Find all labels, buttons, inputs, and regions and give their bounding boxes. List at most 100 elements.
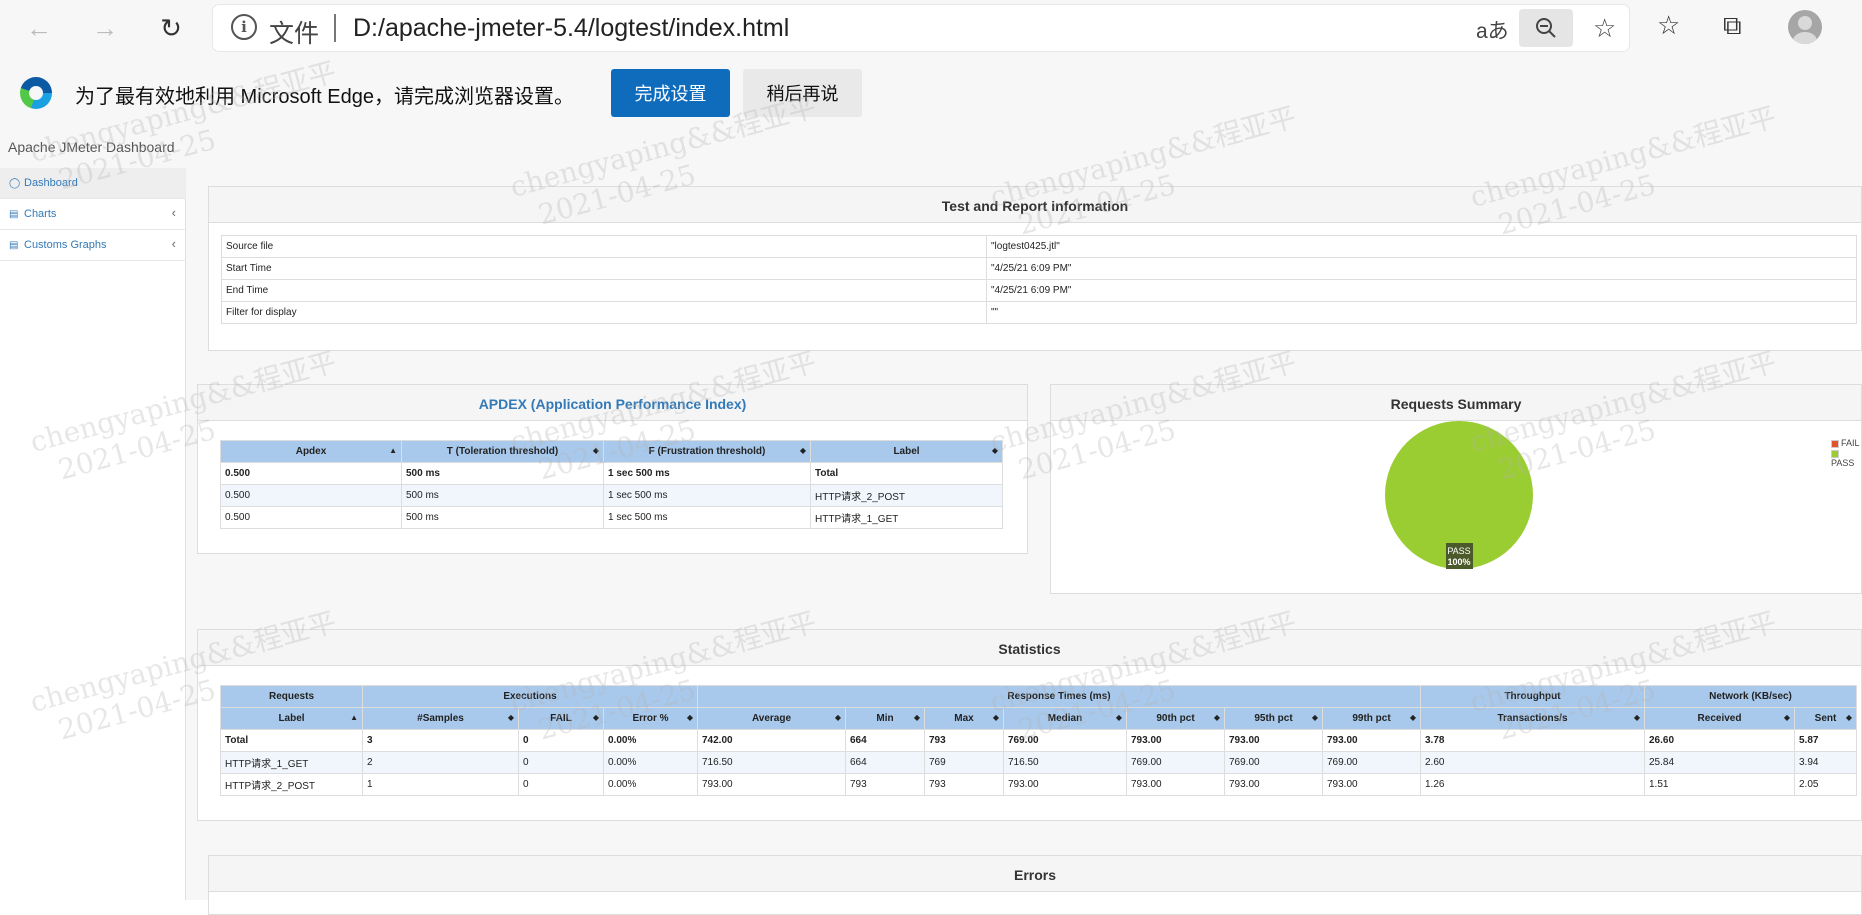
finish-setup-button[interactable]: 完成设置: [611, 69, 730, 117]
sidebar-item-dashboard[interactable]: ◯ Dashboard: [0, 168, 186, 199]
sort-icon: ◆: [1115, 713, 1122, 722]
column-header[interactable]: 95th pct ◆: [1224, 707, 1323, 730]
sort-icon: ◆: [991, 446, 998, 455]
info-key: End Time: [221, 279, 987, 302]
app-brand[interactable]: Apache JMeter Dashboard: [8, 139, 175, 155]
stat-cell: 3.94: [1794, 751, 1857, 774]
sort-icon: ▲: [389, 446, 397, 455]
stat-cell: 793.00: [1224, 729, 1323, 752]
stat-cell: 769.00: [1003, 729, 1127, 752]
apdex-cell: HTTP请求_1_GET: [810, 506, 1003, 529]
requests-summary-panel: Requests Summary PASS 100% FAIL PASS: [1050, 384, 1862, 594]
read-aloud-icon[interactable]: aあ: [1476, 15, 1509, 45]
column-header[interactable]: F (Frustration threshold) ◆: [603, 440, 811, 463]
column-header[interactable]: Median ◆: [1003, 707, 1127, 730]
test-info-table: Source file "logtest0425.jtl" Start Time "…: [221, 235, 1857, 324]
test-info-title: Test and Report information: [209, 187, 1861, 223]
svg-text:100%: 100%: [1447, 557, 1470, 567]
add-favorite-icon[interactable]: ☆: [1593, 13, 1616, 44]
stat-cell: HTTP请求_1_GET: [220, 751, 363, 774]
sort-icon: ◆: [592, 446, 599, 455]
pie-legend: FAIL PASS: [1831, 438, 1861, 468]
info-key: Filter for display: [221, 301, 987, 324]
stat-cell: Total: [220, 729, 363, 752]
apdex-title[interactable]: APDEX (Application Performance Index): [198, 385, 1027, 421]
stat-cell: 793: [924, 729, 1004, 752]
url-text[interactable]: D:/apache-jmeter-5.4/logtest/index.html: [353, 14, 789, 43]
favorites-icon[interactable]: ☆: [1657, 10, 1680, 41]
info-value: "4/25/21 6:09 PM": [986, 257, 1857, 280]
stat-cell: 3: [362, 729, 519, 752]
column-header[interactable]: FAIL ◆: [518, 707, 604, 730]
sort-icon: ◆: [1311, 713, 1318, 722]
profile-avatar[interactable]: [1788, 10, 1822, 44]
stat-cell: 5.87: [1794, 729, 1857, 752]
stat-cell: 793.00: [1126, 729, 1225, 752]
sidebar-item-charts[interactable]: ▤ Charts ‹: [0, 199, 186, 230]
stat-cell: 2.60: [1420, 751, 1645, 774]
stat-cell: 716.50: [697, 751, 846, 774]
column-header[interactable]: Apdex ▲: [220, 440, 402, 463]
column-header[interactable]: T (Toleration threshold) ◆: [401, 440, 604, 463]
table-row: HTTP请求_1_GET 2 0 0.00% 716.50 664 769 716.50 769…: [220, 751, 1857, 774]
stat-cell: 793.00: [1003, 773, 1127, 796]
stat-cell: 3.78: [1420, 729, 1645, 752]
stat-cell: 742.00: [697, 729, 846, 752]
column-header[interactable]: Error % ◆: [603, 707, 698, 730]
stat-cell: 769.00: [1126, 751, 1225, 774]
info-key: Start Time: [221, 257, 987, 280]
sort-icon: ◆: [1633, 713, 1640, 722]
table-header-row: Label ▲ #Samples ◆ FAIL ◆ Error % ◆ Average ◆ Min ◆…: [220, 707, 1857, 730]
sidebar-item-customs-graphs[interactable]: ▤ Customs Graphs ‹: [0, 230, 186, 261]
sort-icon: ◆: [834, 713, 841, 722]
info-value: "logtest0425.jtl": [986, 235, 1857, 258]
apdex-cell: 1 sec 500 ms: [603, 462, 811, 485]
errors-title: Errors: [209, 856, 1861, 892]
sort-icon: ◆: [913, 713, 920, 722]
zoom-out-icon[interactable]: [1519, 9, 1573, 47]
table-row: Total 3 0 0.00% 742.00 664 793 769.00 793.00 793.…: [220, 729, 1857, 752]
sort-icon: ◆: [507, 713, 514, 722]
column-header[interactable]: Received ◆: [1644, 707, 1795, 730]
stat-cell: 0.00%: [603, 773, 698, 796]
info-key: Source file: [221, 235, 987, 258]
group-header: Throughput: [1420, 685, 1645, 708]
apdex-cell: 500 ms: [401, 506, 604, 529]
sidebar-item-label: Dashboard: [24, 177, 78, 189]
apdex-cell: 0.500: [220, 462, 402, 485]
stat-cell: HTTP请求_2_POST: [220, 773, 363, 796]
column-header[interactable]: Average ◆: [697, 707, 846, 730]
forward-arrow-icon[interactable]: →: [85, 8, 125, 48]
pie-data-label: PASS100%: [1446, 543, 1473, 569]
group-header: Requests: [220, 685, 363, 708]
column-header[interactable]: Min ◆: [845, 707, 925, 730]
info-icon[interactable]: i: [231, 14, 257, 40]
legend-swatch: [1831, 439, 1839, 448]
stat-cell: 793.00: [1322, 729, 1421, 752]
svg-text:PASS: PASS: [1447, 546, 1470, 556]
column-header[interactable]: #Samples ◆: [362, 707, 519, 730]
column-header[interactable]: 90th pct ◆: [1126, 707, 1225, 730]
reload-icon[interactable]: ↻: [151, 8, 191, 48]
chevron-left-icon: ‹: [171, 205, 176, 220]
back-arrow-icon[interactable]: ←: [19, 8, 59, 48]
column-header[interactable]: 99th pct ◆: [1322, 707, 1421, 730]
column-header[interactable]: Transactions/s ◆: [1420, 707, 1645, 730]
table-row: 0.500 500 ms 1 sec 500 ms HTTP请求_2_POST: [220, 484, 1003, 507]
column-header[interactable]: Label ▲: [220, 707, 363, 730]
address-bar[interactable]: i 文件 D:/apache-jmeter-5.4/logtest/index.…: [213, 5, 1629, 51]
collections-icon[interactable]: ⧉: [1723, 10, 1742, 42]
stat-cell: 793.00: [1224, 773, 1323, 796]
info-value: "": [986, 301, 1857, 324]
column-header[interactable]: Label ◆: [810, 440, 1003, 463]
table-row: HTTP请求_2_POST 1 0 0.00% 793.00 793 793 793.00 79…: [220, 773, 1857, 796]
apdex-cell: 1 sec 500 ms: [603, 506, 811, 529]
statistics-panel: Statistics Requests Executions Response …: [197, 629, 1862, 821]
apdex-panel: APDEX (Application Performance Index) Ap…: [197, 384, 1028, 554]
column-header[interactable]: Sent ◆: [1794, 707, 1857, 730]
later-button[interactable]: 稍后再说: [743, 69, 862, 117]
stat-cell: 769.00: [1224, 751, 1323, 774]
column-header[interactable]: Max ◆: [924, 707, 1004, 730]
stat-cell: 0: [518, 751, 604, 774]
address-separator: [334, 14, 336, 42]
